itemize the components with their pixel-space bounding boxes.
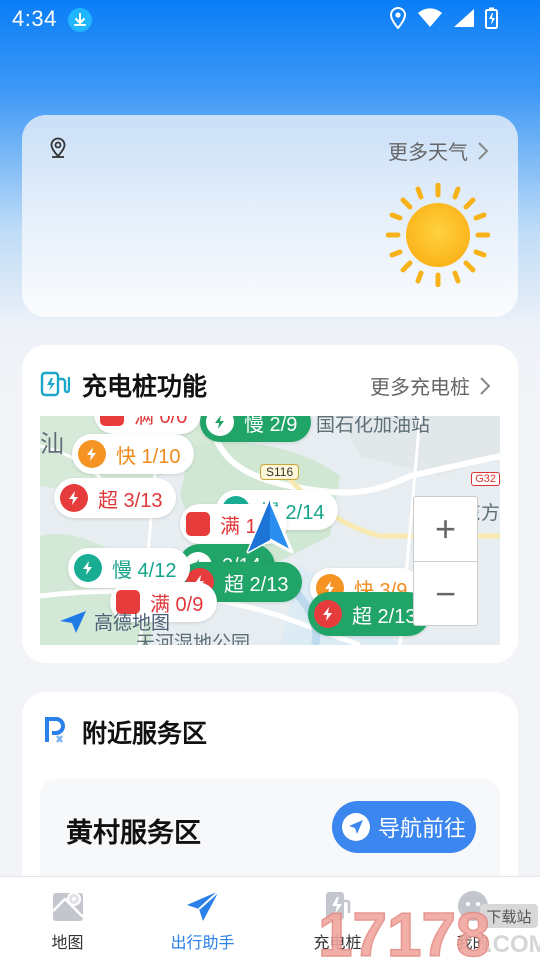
signal-icon bbox=[454, 9, 474, 27]
slow-charger-icon bbox=[206, 416, 234, 436]
wifi-icon bbox=[418, 8, 442, 27]
map-tab-icon bbox=[51, 892, 84, 921]
charging-card: 充电桩功能 更多充电桩 汕 国石化加油站 东方 天河湿地公园 S116 G32 bbox=[22, 345, 518, 663]
tab-travel-assistant[interactable]: 出行助手 bbox=[135, 877, 270, 960]
map-zoom-control: + − bbox=[413, 496, 478, 626]
parking-icon bbox=[45, 717, 65, 743]
battery-icon bbox=[485, 7, 498, 29]
more-charging-link[interactable]: 更多充电桩 bbox=[370, 371, 490, 400]
tab-travel-assistant-label: 出行助手 bbox=[170, 935, 235, 952]
super-charger-icon bbox=[314, 600, 342, 628]
zoom-in-button[interactable]: + bbox=[414, 497, 477, 561]
charging-marker[interactable]: 快 1/10 bbox=[72, 434, 195, 474]
chevron-right-icon bbox=[478, 141, 488, 160]
watermark-tag: 下载站 bbox=[486, 908, 531, 926]
more-weather-link[interactable]: 更多天气 bbox=[388, 136, 488, 165]
road-sign-s116: S116 bbox=[260, 464, 300, 480]
charging-map[interactable]: 汕 国石化加油站 东方 天河湿地公园 S116 G32 满 0/0 慢 2/9 … bbox=[40, 416, 500, 645]
charging-station-icon bbox=[40, 371, 70, 397]
fast-charger-icon bbox=[78, 440, 106, 468]
map-label-poi: 国石化加油站 bbox=[316, 416, 431, 436]
location-status-icon bbox=[389, 7, 407, 29]
zoom-out-button[interactable]: − bbox=[414, 561, 477, 625]
chevron-right-icon bbox=[480, 376, 490, 395]
slow-charger-icon bbox=[74, 554, 102, 582]
amap-logo-icon bbox=[60, 610, 86, 633]
full-charger-icon bbox=[186, 512, 210, 536]
charging-marker[interactable]: 满 0/0 bbox=[94, 416, 202, 434]
watermark-suffix: .COM bbox=[486, 931, 540, 958]
super-charger-icon bbox=[60, 484, 88, 512]
navigation-icon bbox=[341, 813, 370, 841]
amap-logo-text: 高德地图 bbox=[94, 613, 171, 634]
status-bar: 4:34 bbox=[0, 0, 540, 38]
navigate-label: 导航前往 bbox=[377, 816, 466, 841]
road-sign-g32: G32 bbox=[471, 472, 500, 486]
navigate-button[interactable]: 导航前往 bbox=[332, 801, 476, 853]
service-area-title: 附近服务区 bbox=[82, 720, 208, 748]
current-location-arrow-icon[interactable] bbox=[246, 498, 294, 556]
tab-map-label: 地图 bbox=[51, 935, 84, 952]
charging-marker[interactable]: 慢 2/9 bbox=[200, 416, 312, 442]
watermark-brand: 17178 bbox=[318, 901, 490, 960]
more-charging-label: 更多充电桩 bbox=[370, 377, 470, 399]
service-area-name: 黄村服务区 bbox=[66, 818, 201, 848]
paper-plane-icon bbox=[186, 890, 220, 921]
location-pin-icon bbox=[50, 137, 66, 158]
amap-logo: 高德地图 bbox=[58, 608, 170, 635]
status-time: 4:34 bbox=[12, 6, 57, 31]
full-charger-icon bbox=[100, 416, 124, 426]
more-weather-label: 更多天气 bbox=[388, 142, 468, 164]
charging-title: 充电桩功能 bbox=[82, 373, 208, 401]
site-watermark: 下载站 17178 .COM bbox=[317, 900, 540, 960]
map-label-mountain: 汕 bbox=[40, 431, 64, 458]
tab-map[interactable]: 地图 bbox=[0, 877, 135, 960]
charging-marker[interactable]: 超 3/13 bbox=[54, 478, 177, 518]
download-icon bbox=[68, 8, 92, 32]
weather-card[interactable]: 更多天气 bbox=[22, 115, 518, 317]
sunny-weather-icon bbox=[386, 183, 490, 287]
